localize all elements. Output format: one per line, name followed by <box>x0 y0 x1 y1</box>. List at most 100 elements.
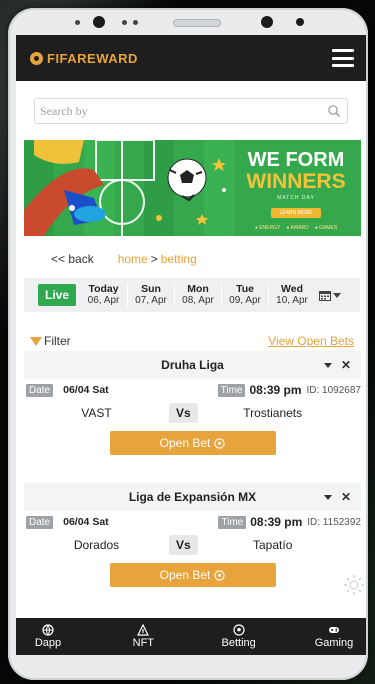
match-card: Liga de Expansión MX ✕ Date 06/04 Sat Ti… <box>24 483 361 587</box>
nav-item-gaming[interactable]: Gaming <box>304 624 364 649</box>
app-header: FIFAREWARD <box>16 35 366 81</box>
calendar-picker[interactable] <box>319 290 342 301</box>
search-container <box>16 81 366 124</box>
close-icon[interactable]: ✕ <box>341 359 351 371</box>
date-tab-day: Wed <box>281 283 303 295</box>
chevron-down-icon <box>333 292 342 298</box>
vs-badge: Vs <box>169 535 198 555</box>
nav-label: Dapp <box>34 637 62 649</box>
search-icon[interactable] <box>327 104 341 118</box>
sensor-dot <box>122 20 127 25</box>
date-tab-date: 10, Apr <box>276 295 308 306</box>
banner-feature: ● AWARD <box>286 225 309 231</box>
date-tab-date: 06, Apr <box>87 295 120 306</box>
football-icon <box>233 624 245 636</box>
date-tab-date: 07, Apr <box>135 295 167 306</box>
camera-icon <box>261 16 273 28</box>
open-bet-button[interactable]: Open Bet <box>109 431 276 455</box>
date-tab[interactable]: Mon 08, Apr <box>174 283 221 307</box>
nav-item-betting[interactable]: Betting <box>209 624 269 649</box>
match-date: 06/04 Sat <box>63 516 109 528</box>
match-id: ID: 1152392 <box>307 516 361 528</box>
bottom-navigation: Dapp NFT Betting Gaming <box>16 618 366 655</box>
search-input[interactable] <box>40 103 290 119</box>
brand-logo[interactable]: FIFAREWARD <box>30 51 138 66</box>
logo-icon <box>30 51 43 65</box>
globe-icon <box>42 624 54 636</box>
nav-label: Betting <box>221 637 256 649</box>
speaker-grille <box>173 19 221 27</box>
breadcrumb: << back home > betting <box>16 251 366 267</box>
sensor-dot <box>296 18 304 26</box>
card-controls: ✕ <box>323 491 351 503</box>
live-button[interactable]: Live <box>38 284 77 306</box>
theme-toggle-icon[interactable] <box>343 574 365 596</box>
date-tab-day: Sun <box>141 283 161 295</box>
football-icon <box>214 569 225 581</box>
close-icon[interactable]: ✕ <box>341 491 351 503</box>
collapse-icon[interactable] <box>323 494 332 500</box>
date-tab[interactable]: Tue 09, Apr <box>221 283 268 307</box>
nav-label: NFT <box>132 637 155 649</box>
calendar-icon <box>319 290 332 301</box>
match-league: Liga de Expansión MX ✕ <box>24 483 361 511</box>
filter-icon <box>30 336 42 346</box>
nav-label: Gaming <box>314 637 354 649</box>
home-link[interactable]: home <box>118 252 148 266</box>
away-team: Trostianets <box>243 406 303 420</box>
open-bet-button[interactable]: Open Bet <box>109 563 276 587</box>
league-name: Liga de Expansión MX <box>128 490 257 504</box>
promo-banner[interactable]: WE FORM WINNERS MATCH DAY LEARN MORE ● E… <box>24 140 361 236</box>
card-controls: ✕ <box>323 359 351 371</box>
home-team: VAST <box>81 406 112 420</box>
banner-text: WE FORM WINNERS MATCH DAY LEARN MORE ● E… <box>236 149 356 231</box>
nav-item-dapp[interactable]: Dapp <box>18 624 78 649</box>
date-tag: Date <box>26 515 54 529</box>
breadcrumb-current[interactable]: betting <box>161 252 197 266</box>
app-screen: FIFAREWARD Search by WE FORM WINNERS MAT… <box>16 35 366 655</box>
sensor-dot <box>75 20 80 25</box>
date-tab-day: Today <box>88 283 119 295</box>
banner-feature: ● ENERGY <box>254 225 281 231</box>
banner-features: ● ENERGY ● AWARD ● GAMES <box>236 225 356 231</box>
match-teams: Dorados Vs Tapatío <box>24 533 361 557</box>
match-time: 08:39 pm <box>250 515 303 529</box>
filter-bar: Filter View Open Bets <box>16 333 366 349</box>
view-open-bets-link[interactable]: View Open Bets <box>268 334 354 348</box>
banner-feature: ● GAMES <box>314 225 338 231</box>
match-time-group: Time 08:39 pm ID: 1152392 <box>218 515 361 529</box>
sensor-dot <box>133 20 138 25</box>
gamepad-icon <box>328 627 339 633</box>
back-link[interactable]: << back <box>51 252 94 266</box>
date-tab[interactable]: Sun 07, Apr <box>127 283 174 307</box>
menu-icon[interactable] <box>332 49 354 67</box>
date-tab[interactable]: Wed 10, Apr <box>268 283 315 307</box>
away-team: Tapatío <box>253 538 293 552</box>
football-icon <box>214 437 225 449</box>
time-tag: Time <box>217 383 246 397</box>
banner-headline-1: WE FORM <box>247 149 345 171</box>
date-tag: Date <box>26 383 54 397</box>
date-tab[interactable]: Today 06, Apr <box>80 283 127 307</box>
date-tab-day: Tue <box>236 283 254 295</box>
camera-icon <box>93 16 105 28</box>
filter-button[interactable]: Filter <box>30 334 71 348</box>
collapse-icon[interactable] <box>323 362 332 368</box>
open-bet-label: Open Bet <box>159 436 211 450</box>
date-tab-date: 09, Apr <box>229 295 261 306</box>
match-meta: Date 06/04 Sat Time 08:39 pm ID: 1152392 <box>24 511 361 533</box>
phone-top-bar <box>8 8 368 36</box>
league-name: Druha Liga <box>161 358 224 372</box>
vs-badge: Vs <box>169 403 198 423</box>
date-tab-date: 08, Apr <box>182 295 214 306</box>
filter-label: Filter <box>44 334 71 348</box>
nav-item-nft[interactable]: NFT <box>113 624 173 649</box>
date-selector: Live Today 06, Apr Sun 07, Apr Mon 08, A… <box>24 278 360 312</box>
banner-button[interactable]: LEARN MORE <box>271 208 321 218</box>
home-team: Dorados <box>73 538 120 552</box>
brand-name: FIFAREWARD <box>47 50 138 66</box>
banner-subline: MATCH DAY <box>277 195 315 201</box>
search-box <box>34 98 348 124</box>
match-date: 06/04 Sat <box>63 384 109 396</box>
match-id: ID: 1092687 <box>306 384 362 396</box>
